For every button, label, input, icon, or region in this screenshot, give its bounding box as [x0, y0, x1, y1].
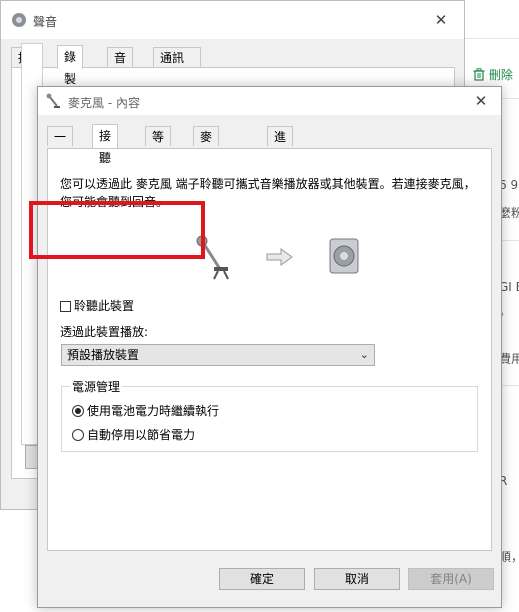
- close-icon[interactable]: ✕: [461, 87, 501, 115]
- background-text: 麼粉: [499, 206, 519, 220]
- chevron-down-icon: ⌄: [359, 348, 369, 361]
- playback-device-select[interactable]: 預設播放裝置 ⌄: [61, 344, 375, 366]
- annotation-highlight-box: [29, 201, 205, 259]
- cancel-button[interactable]: 取消: [314, 568, 400, 590]
- delete-label: 刪除: [488, 68, 513, 82]
- mic-titlebar: 麥克風 - 內容 ✕: [38, 87, 501, 115]
- sound-window-title: 聲音: [33, 15, 58, 29]
- tab-listen[interactable]: 接聽: [92, 124, 119, 165]
- power-management-group: 電源管理 使用電池電力時繼續執行 自動停用以節省電力: [61, 378, 478, 452]
- tab-recording[interactable]: 錄製: [57, 45, 84, 86]
- checkbox[interactable]: [60, 301, 71, 312]
- mic-dialog-title: 麥克風 - 內容: [68, 96, 140, 110]
- tab-communications[interactable]: 通訊: [153, 47, 201, 67]
- playback-through-label: 透過此裝置播放:: [60, 325, 149, 339]
- speaker-icon: [329, 238, 359, 274]
- background-text: GI B: [499, 280, 519, 294]
- background-text: 費用: [499, 352, 519, 366]
- delete-button[interactable]: 刪除: [473, 66, 513, 83]
- sound-icon: [12, 13, 26, 27]
- listen-illustration: [196, 235, 366, 285]
- listen-checkbox-label: 聆聽此裝置: [74, 299, 135, 313]
- tab-levels[interactable]: 等級: [145, 126, 172, 164]
- tab-general[interactable]: 一般: [47, 126, 74, 164]
- microphone-icon: [46, 93, 60, 108]
- listen-to-device-checkbox[interactable]: 聆聽此裝置: [60, 297, 134, 313]
- close-icon[interactable]: ✕: [418, 1, 464, 39]
- radio-label: 自動停用以節省電力: [87, 428, 196, 442]
- microphone-properties-dialog: 麥克風 - 內容 ✕ 一般 接聽 等級 麥克風陣列 進階 您可以透過此 麥克風 …: [29, 86, 502, 608]
- arrow-right-icon: [266, 248, 293, 266]
- tab-advanced[interactable]: 進階: [267, 126, 294, 164]
- tab-mic-array[interactable]: 麥克風陣列: [193, 126, 220, 224]
- radio-button[interactable]: [72, 405, 84, 417]
- ok-button[interactable]: 確定: [219, 568, 305, 590]
- radio-label: 使用電池電力時繼續執行: [87, 404, 220, 418]
- power-management-title: 電源管理: [70, 378, 123, 395]
- sound-titlebar: 聲音 ✕: [1, 1, 464, 39]
- radio-button[interactable]: [72, 429, 84, 441]
- radio-auto-disable[interactable]: 自動停用以節省電力: [72, 426, 195, 443]
- trash-icon: [473, 68, 485, 81]
- tab-sound-effects[interactable]: 音效: [107, 47, 134, 85]
- apply-button[interactable]: 套用(A): [408, 568, 494, 590]
- background-topbar: [465, 0, 519, 39]
- background-text: 順，: [499, 550, 519, 564]
- playback-device-value: 預設播放裝置: [67, 348, 140, 362]
- radio-continue-on-battery[interactable]: 使用電池電力時繼續執行: [72, 402, 219, 419]
